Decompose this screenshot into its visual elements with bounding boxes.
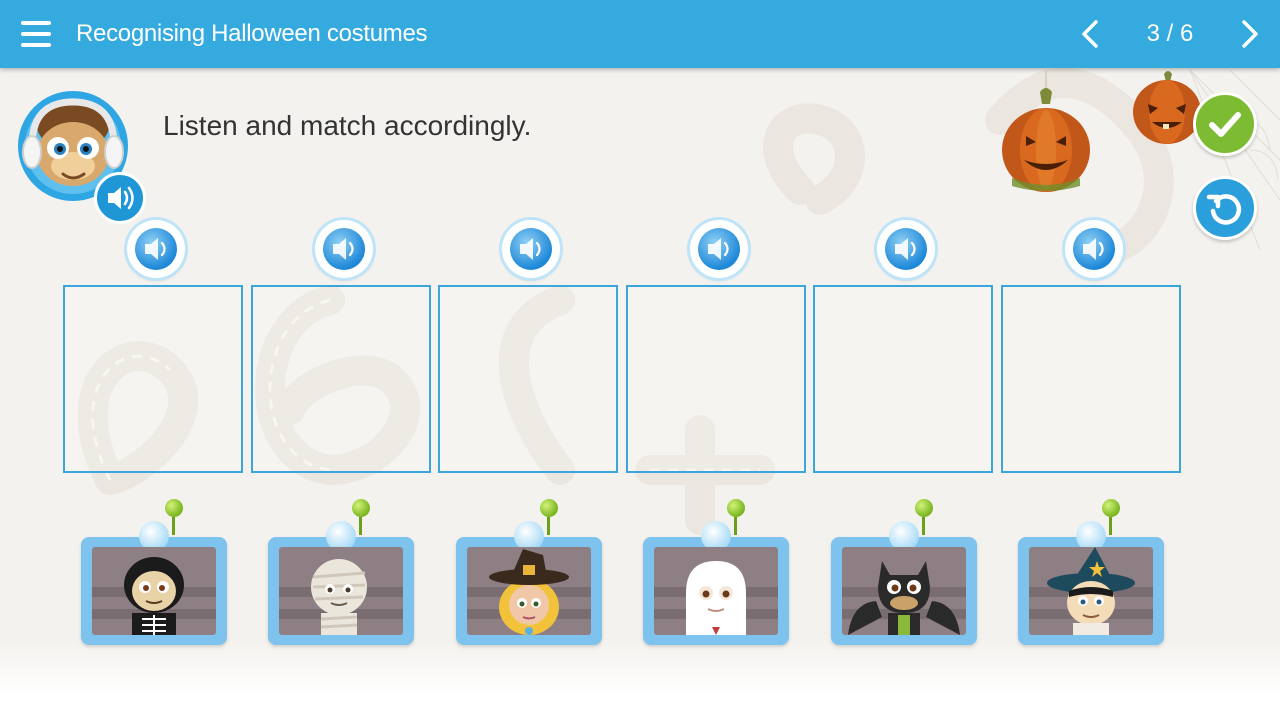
bottom-fade (0, 640, 1280, 720)
costume-card-witch[interactable] (456, 499, 602, 645)
speaker-icon (520, 238, 541, 260)
speaker-icon (1083, 238, 1104, 260)
speaker-icon (895, 238, 916, 260)
speaker-icon[interactable] (94, 172, 146, 224)
chevron-right-icon[interactable] (1234, 18, 1264, 50)
skeleton-image (92, 547, 216, 635)
pumpkin-decoration (1000, 68, 1092, 201)
witch-image (467, 547, 591, 635)
reset-icon (1206, 194, 1242, 225)
speaker-icon (145, 238, 166, 260)
mummy-image (279, 547, 403, 635)
wizard-image (1029, 547, 1153, 635)
sound-button-3[interactable] (502, 220, 560, 278)
sound-button-5[interactable] (877, 220, 935, 278)
sound-button-1[interactable] (127, 220, 185, 278)
drop-slot-4[interactable] (626, 285, 806, 473)
check-answer-button[interactable] (1193, 92, 1257, 156)
drop-slot-6[interactable] (1001, 285, 1181, 473)
speaker-icon (333, 238, 354, 260)
checkmark-icon (1209, 112, 1241, 137)
reset-button[interactable] (1193, 176, 1257, 240)
drop-slot-5[interactable] (813, 285, 993, 473)
sound-button-6[interactable] (1065, 220, 1123, 278)
costume-card-skeleton[interactable] (81, 499, 227, 645)
hamburger-icon[interactable] (18, 16, 54, 52)
ghost-image (654, 547, 778, 635)
costume-card-wizard[interactable] (1018, 499, 1164, 645)
page-title: Recognising Halloween costumes (76, 20, 428, 47)
bat-image (842, 547, 966, 635)
sound-button-4[interactable] (690, 220, 748, 278)
costume-card-mummy[interactable] (268, 499, 414, 645)
costume-card-bat[interactable] (831, 499, 977, 645)
page-counter: 3 / 6 (1146, 20, 1194, 47)
drop-slot-3[interactable] (438, 285, 618, 473)
instruction-text: Listen and match accordingly. (163, 110, 532, 141)
sound-button-2[interactable] (315, 220, 373, 278)
chevron-left-icon[interactable] (1076, 18, 1106, 50)
drop-slot-2[interactable] (251, 285, 431, 473)
speaker-icon (708, 238, 729, 260)
drop-slot-1[interactable] (63, 285, 243, 473)
header-bar: Recognising Halloween costumes 3 / 6 (0, 0, 1280, 68)
costume-card-ghost[interactable] (643, 499, 789, 645)
pumpkin-decoration-small (1132, 68, 1202, 155)
